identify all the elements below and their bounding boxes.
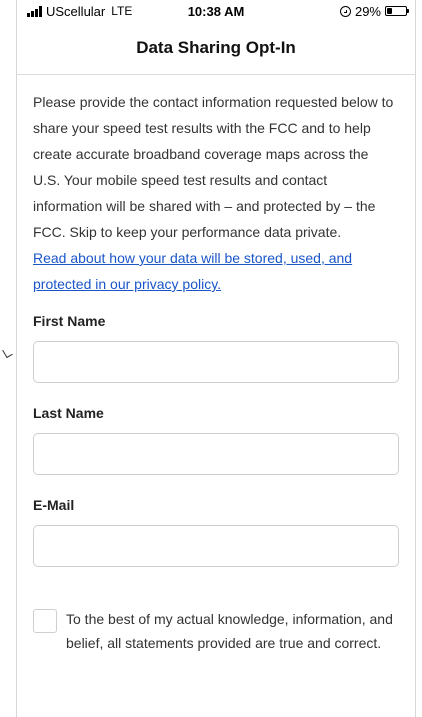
last-name-input[interactable] xyxy=(33,433,399,475)
orientation-lock-icon xyxy=(339,5,351,17)
carrier-name: UScellular xyxy=(46,3,106,19)
battery-percent: 29% xyxy=(354,3,381,19)
phone-screen: UScellular LTE 10:38 AM 29% Data Sharing… xyxy=(16,0,416,717)
navigation-bar: Data Sharing Opt-In xyxy=(17,22,415,75)
battery-fill xyxy=(387,8,393,14)
status-bar: UScellular LTE 10:38 AM 29% xyxy=(17,0,415,22)
page-title: Data Sharing Opt-In xyxy=(136,38,296,57)
email-label: E-Mail xyxy=(33,497,75,513)
cellular-signal-icon xyxy=(27,5,42,17)
certify-label: To the best of my actual knowledge, info… xyxy=(66,611,393,651)
battery-icon xyxy=(385,6,409,16)
edge-mark xyxy=(2,346,13,359)
certify-row[interactable]: To the best of my actual knowledge, info… xyxy=(33,607,399,655)
email-input[interactable] xyxy=(33,525,399,567)
first-name-input[interactable] xyxy=(33,341,399,383)
privacy-policy-link[interactable]: Read about how your data will be stored,… xyxy=(33,245,399,297)
intro-text: Please provide the contact information r… xyxy=(33,94,394,240)
certify-checkbox[interactable] xyxy=(33,609,57,633)
first-name-label: First Name xyxy=(33,313,106,329)
last-name-label: Last Name xyxy=(33,405,104,421)
status-right: 29% xyxy=(339,3,409,19)
network-type: LTE xyxy=(111,4,133,18)
form-content: Please provide the contact information r… xyxy=(17,75,415,655)
